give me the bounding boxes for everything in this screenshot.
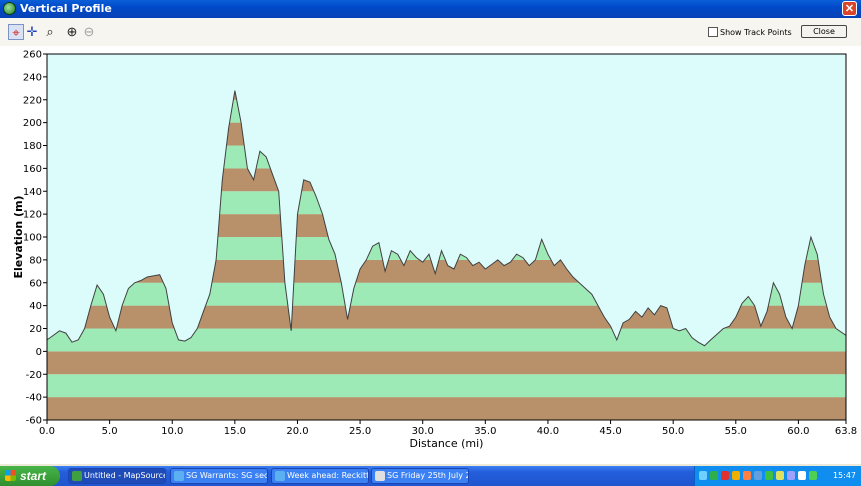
y-tick-label: -20: [26, 370, 42, 381]
y-tick-label: 100: [23, 233, 42, 244]
x-tick-label: 0.0: [39, 426, 55, 437]
windows-flag-icon: [5, 470, 16, 481]
taskbar-item[interactable]: SG Friday 25th July 2...: [371, 468, 469, 484]
start-button[interactable]: start: [0, 466, 60, 486]
elevation-band: [47, 328, 846, 352]
start-label: start: [20, 469, 47, 483]
x-tick-label: 45.0: [599, 426, 621, 437]
zoom-out-tool[interactable]: ⊖: [81, 24, 97, 40]
x-tick-label: 50.0: [662, 426, 684, 437]
tray-icon[interactable]: [787, 471, 795, 480]
taskbar-app-icon: [275, 471, 285, 481]
x-tick-label: 25.0: [349, 426, 371, 437]
x-axis-label: Distance (mi): [410, 437, 484, 450]
y-tick-label: 160: [23, 164, 42, 175]
elevation-band: [47, 397, 846, 420]
y-tick-label: 220: [23, 95, 42, 106]
taskbar-item-label: SG Warrants: SG sec...: [186, 471, 268, 480]
tray-icon[interactable]: [798, 471, 806, 480]
select-tool[interactable]: ⌕: [42, 24, 58, 40]
tray-icon[interactable]: [743, 471, 751, 480]
taskbar-item[interactable]: SG Warrants: SG sec...: [170, 468, 268, 484]
y-tick-label: 260: [23, 50, 42, 61]
x-tick-label: 30.0: [412, 426, 434, 437]
taskbar-item-label: Untitled - MapSource: [84, 471, 166, 480]
y-tick-label: 40: [29, 301, 42, 312]
crosshair-tool[interactable]: ⌖: [8, 24, 24, 40]
taskbar-app-icon: [375, 471, 385, 481]
y-tick-label: 20: [29, 324, 42, 335]
taskbar-item-label: Week ahead: Reckitt ...: [287, 471, 369, 480]
x-tick-label: 40.0: [537, 426, 559, 437]
move-tool[interactable]: ✛: [24, 24, 40, 40]
system-tray: 15:47: [694, 466, 861, 486]
x-tick-label: 63.8: [835, 426, 857, 437]
tray-icon[interactable]: [776, 471, 784, 480]
y-axis-label: Elevation (m): [12, 195, 25, 278]
y-tick-label: 120: [23, 210, 42, 221]
x-tick-label: 20.0: [286, 426, 308, 437]
window-title: Vertical Profile: [20, 2, 112, 15]
taskbar-item-label: SG Friday 25th July 2...: [387, 471, 468, 480]
x-tick-label: 10.0: [161, 426, 183, 437]
taskbar-app-icon: [174, 471, 184, 481]
y-tick-label: -40: [26, 393, 42, 404]
taskbar-app-icon: [72, 471, 82, 481]
taskbar-item[interactable]: Week ahead: Reckitt ...: [271, 468, 369, 484]
tray-icon[interactable]: [699, 471, 707, 480]
elevation-chart-svg[interactable]: 260240220200180160140120100806040200-20-…: [0, 46, 861, 464]
show-track-points-label: Show Track Points: [720, 27, 792, 37]
y-tick-label: 180: [23, 141, 42, 152]
elevation-band: [47, 374, 846, 398]
tray-icon[interactable]: [732, 471, 740, 480]
taskbar-item[interactable]: Untitled - MapSource: [68, 468, 166, 484]
tray-icon[interactable]: [754, 471, 762, 480]
x-tick-label: 35.0: [474, 426, 496, 437]
checkbox-box[interactable]: [708, 27, 718, 37]
toolbar: ⌖ ✛ ⌕ ⊕ ⊖ Show Track Points Close: [0, 18, 861, 46]
y-tick-label: 60: [29, 278, 42, 289]
x-tick-label: 55.0: [725, 426, 747, 437]
tray-icon[interactable]: [809, 471, 817, 480]
window-close-button[interactable]: ✕: [842, 1, 857, 16]
tray-icon[interactable]: [710, 471, 718, 480]
elevation-chart: 260 240 220 200 180 160 140 120 100 80 60 40 20 0 -20-…: [0, 46, 861, 464]
x-tick-label: 60.0: [787, 426, 809, 437]
y-tick-label: -60: [26, 416, 42, 427]
window-titlebar: Vertical Profile ✕: [0, 0, 861, 18]
tray-icon[interactable]: [765, 471, 773, 480]
show-track-points-checkbox[interactable]: Show Track Points: [708, 27, 792, 37]
x-tick-label: 5.0: [102, 426, 118, 437]
y-tick-label: 140: [23, 187, 42, 198]
close-button[interactable]: Close: [801, 25, 847, 38]
y-tick-label: 200: [23, 118, 42, 129]
elevation-band: [47, 351, 846, 375]
x-tick-label: 15.0: [224, 426, 246, 437]
y-tick-label: 0: [36, 347, 42, 358]
clock: 15:47: [832, 471, 856, 480]
tray-icon[interactable]: [721, 471, 729, 480]
taskbar: start Untitled - MapSource SG Warrants: S…: [0, 466, 861, 486]
y-tick-label: 80: [29, 255, 42, 266]
mapsource-icon: [3, 2, 16, 15]
y-tick-label: 240: [23, 72, 42, 83]
zoom-in-tool[interactable]: ⊕: [64, 24, 80, 40]
